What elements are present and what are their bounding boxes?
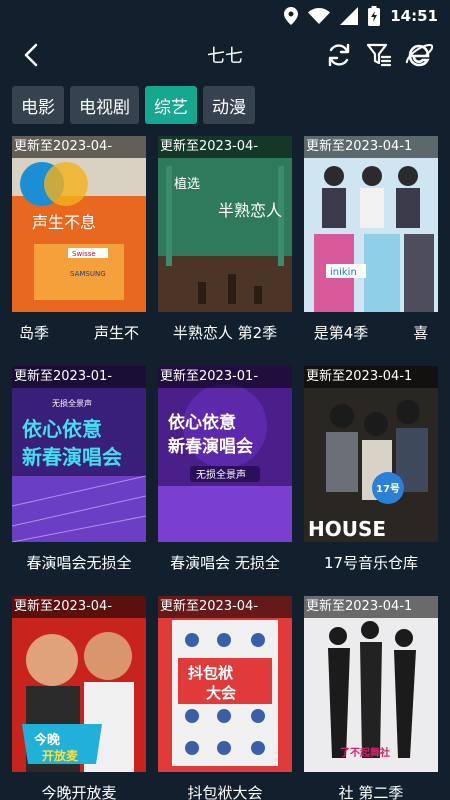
poster-text: 今晚 <box>33 732 60 748</box>
svg-text:Swisse: Swisse <box>72 250 96 258</box>
card-title: 春演唱会 无损全 <box>170 554 280 572</box>
svg-text:大会: 大会 <box>206 684 236 702</box>
poster-text: 无损全景声 <box>52 398 92 408</box>
list-item[interactable]: 无损全景声 依心依意 新春演唱会 更新至2023-01- 春演唱会无损全 <box>12 366 146 576</box>
filter-icon <box>366 43 392 67</box>
card-title: 17号音乐仓库 <box>323 554 419 572</box>
list-item[interactable]: inikin 更新至2023-04-1 是第4季 喜 <box>304 136 438 346</box>
poster-text: 抖包袱 <box>188 664 233 682</box>
poster-image: 无损全景声 依心依意 新春演唱会 更新至2023-01- <box>12 366 146 542</box>
signal-icon <box>340 7 359 25</box>
svg-text:依心依意: 依心依意 <box>22 417 102 441</box>
poster-image: 17号 HOUSE 更新至2023-04-1 <box>304 366 438 542</box>
svg-text:HOUSE: HOUSE <box>308 517 386 541</box>
category-tabs: 电影 电视剧 综艺 动漫 <box>12 86 255 124</box>
top-bar: 七七 <box>0 32 450 78</box>
svg-text:无损全景声: 无损全景声 <box>196 468 246 481</box>
list-item[interactable]: 依心依意 新春演唱会 无损全景声 更新至2023-01- 春演唱会 无损全 <box>158 366 292 576</box>
ie-browser-icon <box>405 43 433 67</box>
poster-image: 今晚 开放麦 更新至2023-04- <box>12 596 146 772</box>
status-time: 14:51 <box>390 7 438 25</box>
list-item[interactable]: 17号 HOUSE 更新至2023-04-1 17号音乐仓库 <box>304 366 438 576</box>
update-badge: 更新至2023-04- <box>158 596 292 618</box>
update-badge: 更新至2023-04-1 <box>304 366 438 388</box>
update-badge: 更新至2023-04-1 <box>304 136 438 158</box>
poster-text: 声生不息 <box>32 213 96 232</box>
poster-image: 依心依意 新春演唱会 无损全景声 更新至2023-01- <box>158 366 292 542</box>
wifi-icon <box>308 8 331 24</box>
card-title: 社 第二季 <box>338 784 404 800</box>
card-title: 是第4季 喜 <box>313 324 429 342</box>
update-badge: 更新至2023-04- <box>12 596 146 618</box>
card-title: 抖包袱大会 <box>187 784 263 800</box>
tab-anime[interactable]: 动漫 <box>203 86 255 124</box>
refresh-button[interactable] <box>324 40 354 70</box>
update-badge: 更新至2023-01- <box>12 366 146 388</box>
poster-image: 植选 半熟恋人 更新至2023-04- <box>158 136 292 312</box>
card-title: 今晚开放麦 <box>41 784 117 800</box>
update-badge: 更新至2023-04- <box>158 136 292 158</box>
update-badge: 更新至2023-04-1 <box>304 596 438 618</box>
refresh-icon <box>328 43 350 67</box>
list-item[interactable]: 今晚 开放麦 更新至2023-04- 今晚开放麦 <box>12 596 146 800</box>
tab-variety[interactable]: 综艺 <box>145 86 197 124</box>
filter-button[interactable] <box>364 40 394 70</box>
update-badge: 更新至2023-01- <box>158 366 292 388</box>
update-badge: 更新至2023-04- <box>12 136 146 158</box>
poster-text: 17号 <box>376 483 400 495</box>
poster-image: 声生不息 Swisse SAMSUNG 更新至2023-04- <box>12 136 146 312</box>
location-icon <box>284 7 299 25</box>
list-item[interactable]: 了不起舞社 更新至2023-04-1 社 第二季 <box>304 596 438 800</box>
poster-image: inikin 更新至2023-04-1 <box>304 136 438 312</box>
poster-image: 了不起舞社 更新至2023-04-1 <box>304 596 438 772</box>
svg-text:新春演唱会: 新春演唱会 <box>22 445 122 469</box>
battery-icon <box>368 6 381 26</box>
poster-image: 抖包袱 大会 更新至2023-04- <box>158 596 292 772</box>
tab-movie[interactable]: 电影 <box>12 86 64 124</box>
poster-text: 了不起舞社 <box>340 746 390 759</box>
svg-text:开放麦: 开放麦 <box>42 748 79 763</box>
card-title: 春演唱会无损全 <box>26 554 132 572</box>
svg-text:半熟恋人: 半熟恋人 <box>218 201 282 220</box>
status-bar: 14:51 <box>0 0 450 32</box>
list-item[interactable]: 植选 半熟恋人 更新至2023-04- 半熟恋人 第2季 <box>158 136 292 346</box>
list-item[interactable]: 声生不息 Swisse SAMSUNG 更新至2023-04- 岛季 声生不 <box>12 136 146 346</box>
svg-text:新春演唱会: 新春演唱会 <box>168 436 253 457</box>
poster-text: inikin <box>330 267 357 278</box>
list-item[interactable]: 抖包袱 大会 更新至2023-04- 抖包袱大会 <box>158 596 292 800</box>
svg-text:SAMSUNG: SAMSUNG <box>70 270 106 278</box>
card-title: 半熟恋人 第2季 <box>172 324 278 342</box>
browser-button[interactable] <box>404 40 434 70</box>
poster-text: 植选 <box>174 177 200 192</box>
poster-text: 依心依意 <box>168 412 236 433</box>
tab-tv-series[interactable]: 电视剧 <box>70 86 139 124</box>
card-title: 岛季 声生不 <box>18 324 139 342</box>
